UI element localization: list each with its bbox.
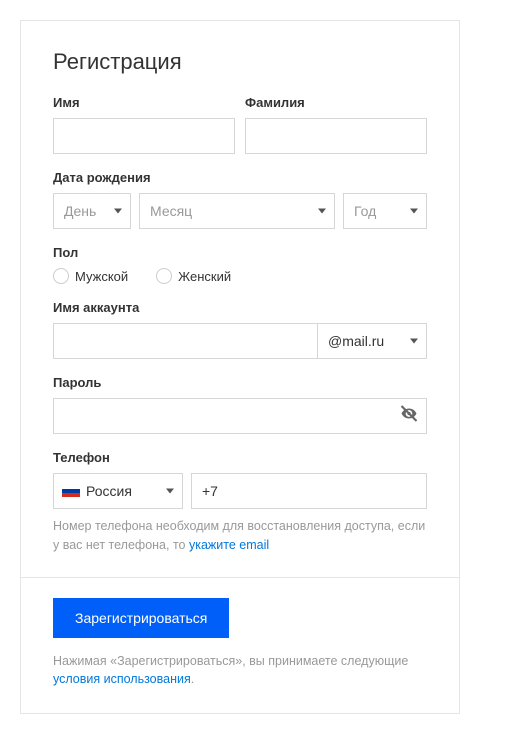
chevron-down-icon [166,489,174,494]
account-domain-value: @mail.ru [328,333,384,349]
divider [21,577,459,578]
dob-month-select[interactable]: Месяц [139,193,335,229]
name-row: Имя Фамилия [53,95,427,170]
gender-male-label: Мужской [75,269,128,284]
phone-hint: Номер телефона необходим для восстановле… [53,517,427,555]
password-field: Пароль [53,375,427,434]
gender-female-label: Женский [178,269,231,284]
dob-day-select[interactable]: День [53,193,131,229]
gender-row: Мужской Женский [53,268,427,284]
dob-label: Дата рождения [53,170,427,185]
chevron-down-icon [114,209,122,214]
dob-field: Дата рождения День Месяц Год [53,170,427,229]
last-name-label: Фамилия [245,95,427,110]
page-title: Регистрация [53,49,427,75]
chevron-down-icon [410,339,418,344]
terms-text: Нажимая «Зарегистрироваться», вы принима… [53,652,427,690]
dob-year-placeholder: Год [354,203,376,219]
radio-icon [156,268,172,284]
phone-input[interactable] [191,473,427,509]
dob-month-placeholder: Месяц [150,203,192,219]
register-button[interactable]: Зарегистрироваться [53,598,229,638]
specify-email-link[interactable]: укажите email [189,538,269,552]
eye-slash-icon[interactable] [399,404,419,429]
account-label: Имя аккаунта [53,300,427,315]
last-name-field: Фамилия [245,95,427,154]
flag-ru-icon [62,485,80,497]
first-name-field: Имя [53,95,235,154]
phone-field: Телефон Россия Номер телефона необходим … [53,450,427,555]
dob-row: День Месяц Год [53,193,427,229]
dob-year-select[interactable]: Год [343,193,427,229]
first-name-input[interactable] [53,118,235,154]
account-domain-select[interactable]: @mail.ru [317,323,427,359]
terms-post: . [191,672,194,686]
radio-icon [53,268,69,284]
dob-day-placeholder: День [64,203,96,219]
first-name-label: Имя [53,95,235,110]
gender-label: Пол [53,245,427,260]
phone-row: Россия [53,473,427,509]
account-field: Имя аккаунта @mail.ru [53,300,427,359]
gender-female-radio[interactable]: Женский [156,268,231,284]
account-input[interactable] [53,323,317,359]
password-label: Пароль [53,375,427,390]
phone-country-select[interactable]: Россия [53,473,183,509]
phone-label: Телефон [53,450,427,465]
account-row: @mail.ru [53,323,427,359]
registration-form: Регистрация Имя Фамилия Дата рождения Де… [20,20,460,714]
chevron-down-icon [318,209,326,214]
password-input[interactable] [53,398,427,434]
terms-pre: Нажимая «Зарегистрироваться», вы принима… [53,654,408,668]
phone-country-value: Россия [86,483,132,499]
chevron-down-icon [410,209,418,214]
gender-male-radio[interactable]: Мужской [53,268,128,284]
last-name-input[interactable] [245,118,427,154]
terms-link[interactable]: условия использования [53,672,191,686]
gender-field: Пол Мужской Женский [53,245,427,284]
